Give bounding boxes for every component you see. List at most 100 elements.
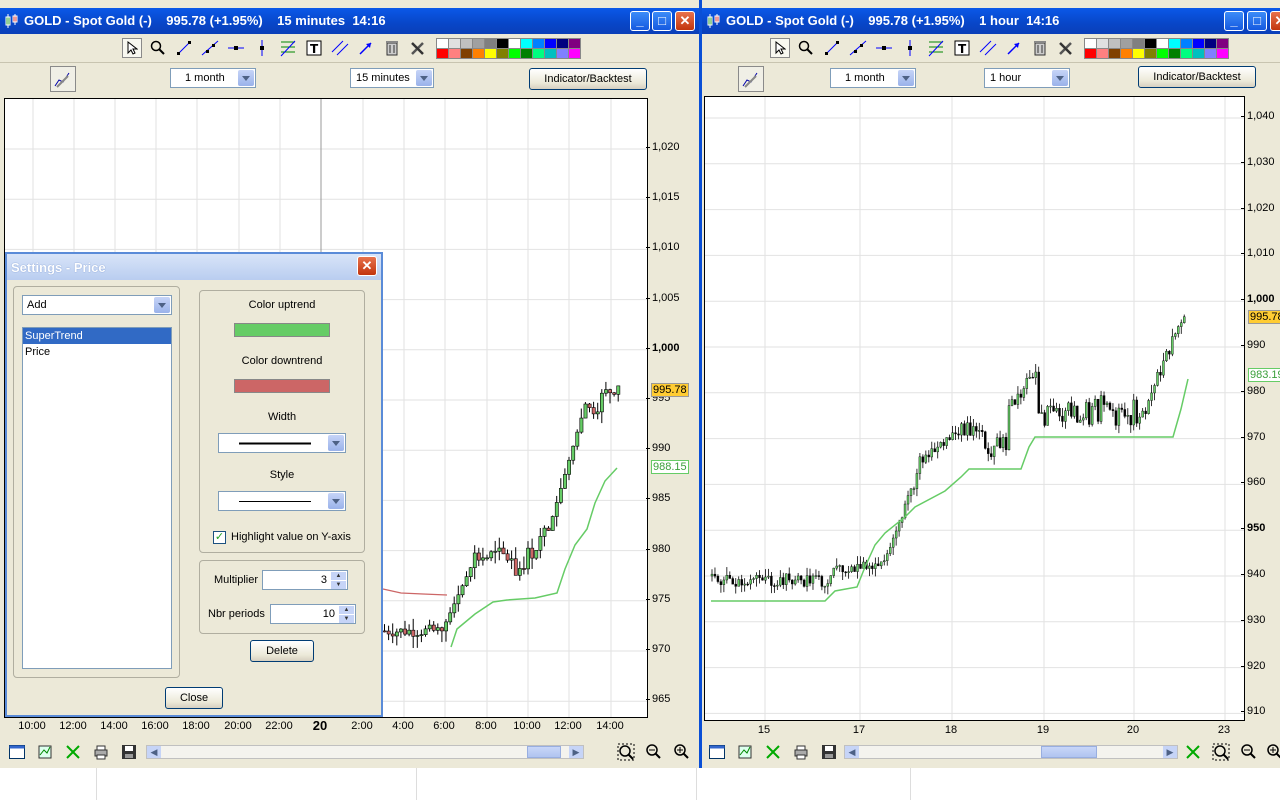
color-uptrend-swatch[interactable] — [234, 323, 330, 337]
window-title-bar[interactable]: GOLD - Spot Gold (-) 995.78 (+1.95%) 15 … — [0, 8, 699, 34]
horizontal-line-tool[interactable] — [226, 38, 246, 58]
palette-color-swatch[interactable] — [1157, 39, 1168, 48]
palette-color-swatch[interactable] — [461, 49, 472, 58]
arrow-tool[interactable] — [1004, 38, 1024, 58]
palette-color-swatch[interactable] — [1085, 39, 1096, 48]
palette-color-swatch[interactable] — [1109, 39, 1120, 48]
palette-color-swatch[interactable] — [1169, 49, 1180, 58]
spin-down-icon[interactable]: ▼ — [331, 581, 346, 589]
minimize-button[interactable]: _ — [1224, 11, 1244, 31]
tools-tool[interactable] — [408, 38, 428, 58]
palette-color-swatch[interactable] — [1205, 39, 1216, 48]
indicator-listbox[interactable]: SuperTrend Price — [22, 327, 172, 669]
chart-window-button[interactable] — [8, 743, 26, 761]
palette-color-swatch[interactable] — [557, 49, 568, 58]
chart-window-button[interactable] — [708, 743, 726, 761]
horizontal-line-tool[interactable] — [874, 38, 894, 58]
color-palette[interactable] — [436, 38, 581, 59]
period-select[interactable]: 1 month — [170, 68, 256, 88]
palette-color-swatch[interactable] — [1121, 39, 1132, 48]
zoom-out-button[interactable] — [645, 743, 663, 761]
line-tool[interactable] — [174, 38, 194, 58]
price-chart-1hour[interactable] — [704, 96, 1245, 721]
delete-button[interactable]: Delete — [250, 640, 314, 662]
indicator-edit-button[interactable] — [50, 66, 76, 92]
palette-color-swatch[interactable] — [545, 49, 556, 58]
text-tool[interactable]: T — [304, 38, 324, 58]
palette-color-swatch[interactable] — [485, 39, 496, 48]
segment-tool[interactable] — [848, 38, 868, 58]
close-window-button[interactable]: ✕ — [675, 11, 695, 31]
save-button[interactable] — [820, 743, 838, 761]
palette-color-swatch[interactable] — [1133, 39, 1144, 48]
palette-color-swatch[interactable] — [1193, 49, 1204, 58]
horizontal-scrollbar[interactable]: ◀ ▶ — [146, 745, 584, 759]
scroll-right-icon[interactable]: ▶ — [569, 746, 583, 758]
palette-color-swatch[interactable] — [1145, 49, 1156, 58]
scroll-thumb[interactable] — [527, 746, 561, 758]
palette-color-swatch[interactable] — [473, 39, 484, 48]
scroll-left-icon[interactable]: ◀ — [845, 746, 859, 758]
scroll-thumb[interactable] — [1041, 746, 1097, 758]
add-indicator-select[interactable]: Add — [22, 295, 172, 315]
indicator-backtest-button[interactable]: Indicator/Backtest — [1138, 66, 1256, 88]
arrow-tool[interactable] — [356, 38, 376, 58]
palette-color-swatch[interactable] — [1169, 39, 1180, 48]
palette-color-swatch[interactable] — [521, 49, 532, 58]
crosshair-button[interactable] — [764, 743, 782, 761]
palette-color-swatch[interactable] — [1133, 49, 1144, 58]
print-button[interactable] — [792, 743, 810, 761]
save-button[interactable] — [120, 743, 138, 761]
palette-color-swatch[interactable] — [509, 39, 520, 48]
palette-color-swatch[interactable] — [1145, 39, 1156, 48]
palette-color-swatch[interactable] — [557, 39, 568, 48]
scroll-left-icon[interactable]: ◀ — [147, 746, 161, 758]
zoom-out-button[interactable] — [1240, 743, 1258, 761]
list-item-supertrend[interactable]: SuperTrend — [23, 328, 171, 344]
palette-color-swatch[interactable] — [1181, 49, 1192, 58]
palette-color-swatch[interactable] — [569, 39, 580, 48]
palette-color-swatch[interactable] — [449, 49, 460, 58]
interval-select[interactable]: 1 hour — [984, 68, 1070, 88]
zoom-box-button[interactable] — [617, 743, 635, 761]
zoom-tool[interactable] — [148, 38, 168, 58]
indicator-list-button[interactable] — [36, 743, 54, 761]
palette-color-swatch[interactable] — [437, 39, 448, 48]
palette-color-swatch[interactable] — [533, 39, 544, 48]
indicator-edit-button[interactable] — [738, 66, 764, 92]
indicator-list-button[interactable] — [736, 743, 754, 761]
close-button[interactable]: Close — [165, 687, 223, 709]
text-tool[interactable]: T — [952, 38, 972, 58]
palette-color-swatch[interactable] — [461, 39, 472, 48]
periods-stepper[interactable]: 10 ▲ ▼ — [270, 604, 356, 624]
line-tool[interactable] — [822, 38, 842, 58]
print-button[interactable] — [92, 743, 110, 761]
style-select[interactable] — [218, 491, 346, 511]
tools-tool[interactable] — [1056, 38, 1076, 58]
spin-up-icon[interactable]: ▲ — [339, 606, 354, 614]
channel-tool[interactable] — [978, 38, 998, 58]
close-window-button[interactable]: ✕ — [1270, 11, 1280, 31]
palette-color-swatch[interactable] — [497, 49, 508, 58]
segment-tool[interactable] — [200, 38, 220, 58]
spin-up-icon[interactable]: ▲ — [331, 572, 346, 580]
spin-down-icon[interactable]: ▼ — [339, 615, 354, 623]
crosshair-button-2[interactable] — [1184, 743, 1202, 761]
palette-color-swatch[interactable] — [1097, 39, 1108, 48]
vertical-line-tool[interactable] — [252, 38, 272, 58]
palette-color-swatch[interactable] — [485, 49, 496, 58]
delete-drawings-tool[interactable] — [1030, 38, 1050, 58]
indicator-backtest-button[interactable]: Indicator/Backtest — [529, 68, 647, 90]
palette-color-swatch[interactable] — [1193, 39, 1204, 48]
dialog-title-bar[interactable]: Settings - Price ✕ — [7, 254, 381, 280]
palette-color-swatch[interactable] — [1157, 49, 1168, 58]
vertical-line-tool[interactable] — [900, 38, 920, 58]
pointer-tool[interactable] — [122, 38, 142, 58]
highlight-checkbox[interactable]: ✓ — [213, 531, 226, 544]
fibonacci-tool[interactable] — [278, 38, 298, 58]
zoom-in-button[interactable] — [1266, 743, 1280, 761]
crosshair-button[interactable] — [64, 743, 82, 761]
palette-color-swatch[interactable] — [569, 49, 580, 58]
palette-color-swatch[interactable] — [1181, 39, 1192, 48]
width-select[interactable] — [218, 433, 346, 453]
